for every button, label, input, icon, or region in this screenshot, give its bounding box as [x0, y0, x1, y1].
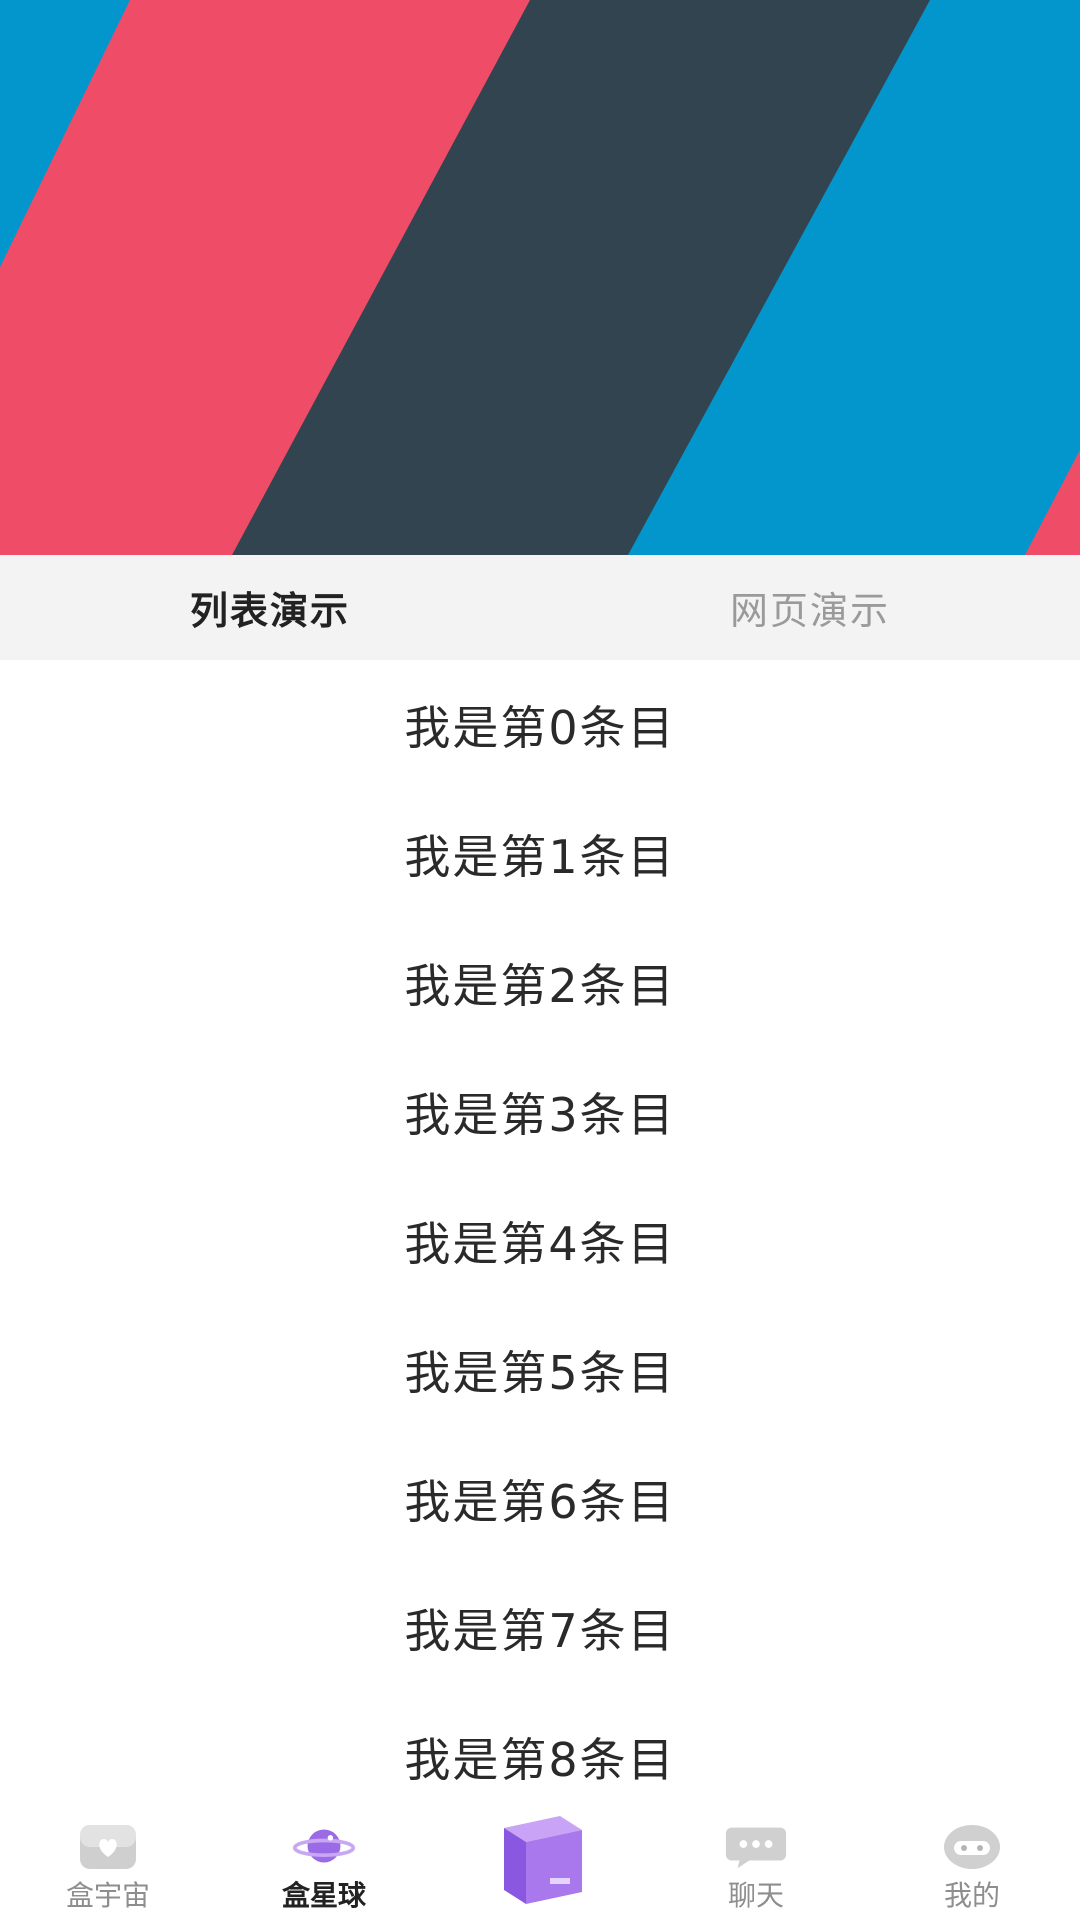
list-item[interactable]: 我是第3条目: [0, 1047, 1080, 1176]
list-item[interactable]: 我是第1条目: [0, 789, 1080, 918]
list-item-label: 我是第4条目: [404, 1216, 676, 1271]
tab-bar: 列表演示 网页演示: [0, 555, 1080, 668]
list-item-label: 我是第7条目: [404, 1603, 676, 1658]
nav-label-box-universe: 盒宇宙: [65, 1879, 150, 1912]
list-item[interactable]: 我是第4条目: [0, 1176, 1080, 1305]
chat-bubble-icon: [724, 1820, 788, 1872]
list-item-label: 我是第5条目: [404, 1345, 676, 1400]
planet-icon: [292, 1820, 356, 1872]
tab-list-demo[interactable]: 列表演示: [0, 555, 540, 668]
list-item-label: 我是第0条目: [404, 700, 676, 755]
nav-item-box-planet[interactable]: 盒星球: [216, 1815, 432, 1920]
nav-label-mine: 我的: [943, 1879, 1000, 1912]
nav-item-chat[interactable]: 聊天: [648, 1815, 864, 1920]
list-item-label: 我是第2条目: [404, 958, 676, 1013]
nav-item-mine[interactable]: 我的: [864, 1815, 1080, 1920]
tab-list-demo-label: 列表演示: [189, 589, 350, 633]
nav-item-box-universe[interactable]: 盒宇宙: [0, 1815, 216, 1920]
list-item[interactable]: 我是第8条目: [0, 1692, 1080, 1815]
list-item-label: 我是第3条目: [404, 1087, 676, 1142]
list-item[interactable]: 我是第0条目: [0, 660, 1080, 789]
nav-item-center-box[interactable]: [432, 1815, 648, 1920]
tab-web-demo-label: 网页演示: [729, 589, 890, 633]
list-item[interactable]: 我是第7条目: [0, 1563, 1080, 1692]
bottom-nav: 盒宇宙 盒星球 聊天 我的: [0, 1815, 1080, 1920]
list-item[interactable]: 我是第6条目: [0, 1434, 1080, 1563]
list-item[interactable]: 我是第5条目: [0, 1305, 1080, 1434]
tab-web-demo[interactable]: 网页演示: [540, 555, 1080, 660]
purple-box-icon: [490, 1808, 590, 1912]
demo-list[interactable]: 我是第0条目 我是第1条目 我是第2条目 我是第3条目 我是第4条目 我是第5条…: [0, 660, 1080, 1815]
stripe-banner-graphic: [0, 0, 1080, 555]
app-root: 列表演示 网页演示 我是第0条目 我是第1条目 我是第2条目 我是第3条目 我是…: [0, 0, 1080, 1920]
list-item[interactable]: 我是第2条目: [0, 918, 1080, 1047]
nav-label-chat: 聊天: [727, 1879, 784, 1912]
list-item-label: 我是第6条目: [404, 1474, 676, 1529]
face-icon: [940, 1820, 1004, 1872]
banner-image[interactable]: [0, 0, 1080, 555]
list-item-label: 我是第1条目: [404, 829, 676, 884]
nav-label-box-planet: 盒星球: [281, 1879, 366, 1912]
list-item-label: 我是第8条目: [404, 1732, 676, 1787]
heart-box-icon: [76, 1820, 140, 1872]
